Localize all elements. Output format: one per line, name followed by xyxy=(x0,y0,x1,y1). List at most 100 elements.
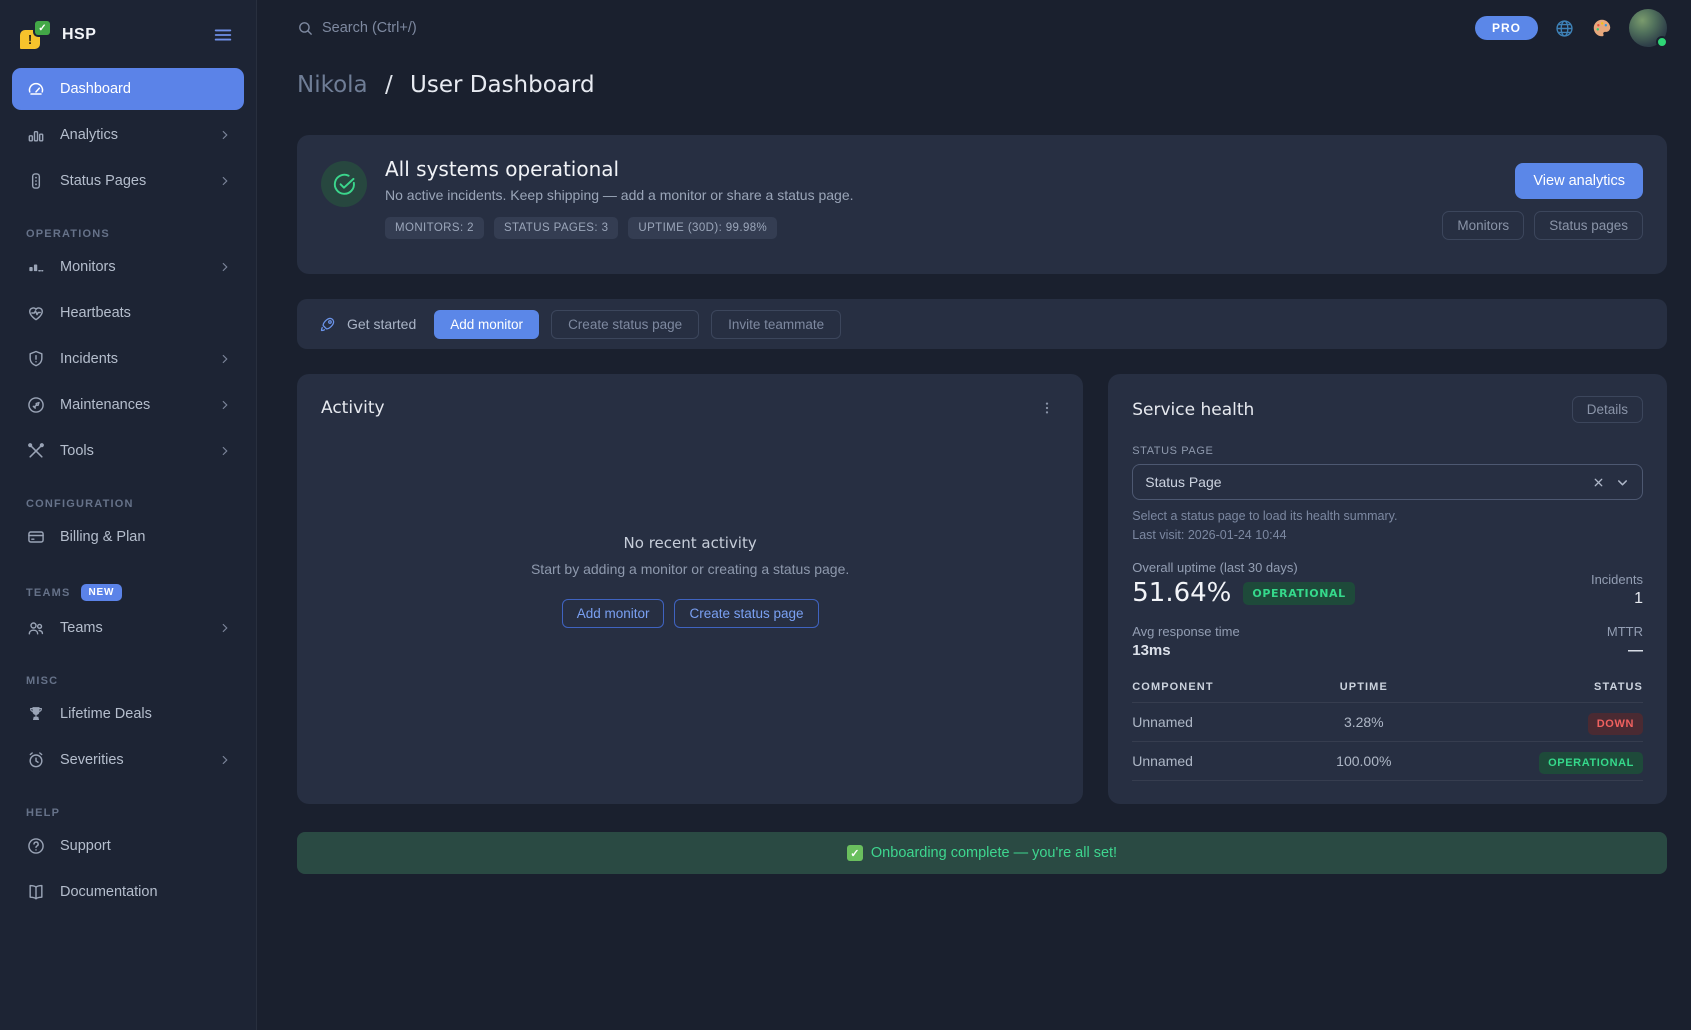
sidebar-item-support[interactable]: Support xyxy=(12,825,244,867)
sidebar-item-documentation[interactable]: Documentation xyxy=(12,871,244,913)
chevron-right-icon xyxy=(218,444,232,458)
sidebar-item-label: Dashboard xyxy=(60,81,131,97)
status-page-select[interactable]: Status Page xyxy=(1132,464,1643,500)
theme-palette-icon[interactable] xyxy=(1591,17,1613,39)
components-table: COMPONENT UPTIME STATUS Unnamed 3.28% DO… xyxy=(1132,675,1643,781)
monitors-button[interactable]: Monitors xyxy=(1442,211,1524,240)
pro-badge[interactable]: PRO xyxy=(1475,16,1538,40)
hero-secondary-actions: Monitors Status pages xyxy=(1442,211,1643,240)
topbar-right: PRO xyxy=(1475,9,1667,47)
breadcrumb-parent[interactable]: Nikola xyxy=(297,72,368,98)
component-name: Unnamed xyxy=(1132,742,1305,781)
add-monitor-button[interactable]: Add monitor xyxy=(562,599,665,628)
gauge-icon xyxy=(26,79,46,99)
mttr-label: MTTR xyxy=(1607,624,1643,639)
heart-pulse-icon xyxy=(26,303,46,323)
hero-subtitle: No active incidents. Keep shipping — add… xyxy=(385,187,1442,203)
sidebar-item-label: Maintenances xyxy=(60,397,150,413)
hamburger-menu-icon[interactable] xyxy=(208,20,238,50)
sidebar-item-label: Incidents xyxy=(60,351,118,367)
uptime-metric: Overall uptime (last 30 days) 51.64% OPE… xyxy=(1132,560,1354,608)
globe-icon[interactable] xyxy=(1554,18,1575,39)
activity-empty-state: No recent activity Start by adding a mon… xyxy=(321,380,1059,782)
invite-teammate-button[interactable]: Invite teammate xyxy=(711,310,841,339)
sidebar-item-severities[interactable]: Severities xyxy=(12,739,244,781)
sidebar-item-dashboard[interactable]: Dashboard xyxy=(12,68,244,110)
sidebar-item-heartbeats[interactable]: Heartbeats xyxy=(12,292,244,334)
sidebar-item-status-pages[interactable]: Status Pages xyxy=(12,160,244,202)
onboarding-banner-text: Onboarding complete — you're all set! xyxy=(871,845,1117,861)
get-started-bar: Get started Add monitor Create status pa… xyxy=(297,299,1667,349)
chevron-right-icon xyxy=(218,128,232,142)
hero-actions: View analytics Monitors Status pages xyxy=(1442,157,1643,252)
sidebar-item-lifetime-deals[interactable]: Lifetime Deals xyxy=(12,693,244,735)
sidebar-item-label: Lifetime Deals xyxy=(60,706,152,722)
sidebar-item-label: Support xyxy=(60,838,111,854)
search-bar[interactable] xyxy=(297,20,582,37)
sidebar-item-teams[interactable]: Teams xyxy=(12,607,244,649)
create-status-page-button[interactable]: Create status page xyxy=(674,599,818,628)
hero-badges: MONITORS: 2 STATUS PAGES: 3 UPTIME (30D)… xyxy=(385,217,1442,239)
uptime-column-header: UPTIME xyxy=(1305,675,1422,703)
status-page-select-value: Status Page xyxy=(1145,474,1221,490)
app-logo-icon: ! ✓ xyxy=(20,21,50,49)
incidents-value: 1 xyxy=(1591,590,1643,608)
monitor-bars-icon xyxy=(26,257,46,277)
chevron-right-icon xyxy=(218,753,232,767)
status-column-header: STATUS xyxy=(1422,675,1643,703)
response-metric-row: Avg response time 13ms MTTR — xyxy=(1132,624,1643,659)
status-page-field-label: STATUS PAGE xyxy=(1132,445,1643,457)
chevron-right-icon xyxy=(218,260,232,274)
credit-card-icon xyxy=(26,527,46,547)
create-status-page-button[interactable]: Create status page xyxy=(551,310,699,339)
sidebar: ! ✓ HSP Dashboard Analytics Status Pages xyxy=(0,0,257,1030)
add-monitor-button[interactable]: Add monitor xyxy=(434,310,539,339)
cards-row: Activity No recent activity Start by add… xyxy=(297,374,1667,804)
status-pages-button[interactable]: Status pages xyxy=(1534,211,1643,240)
chevron-right-icon xyxy=(218,398,232,412)
component-name: Unnamed xyxy=(1132,703,1305,742)
view-analytics-button[interactable]: View analytics xyxy=(1515,163,1643,199)
component-column-header: COMPONENT xyxy=(1132,675,1305,703)
breadcrumb: Nikola / User Dashboard xyxy=(297,72,1667,98)
get-started-label: Get started xyxy=(319,315,416,333)
sidebar-item-label: Analytics xyxy=(60,127,118,143)
online-status-dot xyxy=(1656,36,1668,48)
sidebar-item-billing[interactable]: Billing & Plan xyxy=(12,516,244,558)
breadcrumb-separator: / xyxy=(385,72,393,98)
search-input[interactable] xyxy=(322,20,582,36)
table-row: Unnamed 3.28% DOWN xyxy=(1132,703,1643,742)
sidebar-item-incidents[interactable]: Incidents xyxy=(12,338,244,380)
status-hero-card: All systems operational No active incide… xyxy=(297,135,1667,274)
clear-x-icon[interactable] xyxy=(1592,476,1605,489)
empty-state-subtitle: Start by adding a monitor or creating a … xyxy=(531,561,849,577)
logo-check-icon: ✓ xyxy=(35,21,50,35)
sidebar-item-label: Severities xyxy=(60,752,124,768)
empty-state-actions: Add monitor Create status page xyxy=(562,599,819,628)
help-circle-icon xyxy=(26,836,46,856)
sidebar-item-tools[interactable]: Tools xyxy=(12,430,244,472)
search-icon xyxy=(297,20,314,37)
hero-body: All systems operational No active incide… xyxy=(385,157,1442,252)
uptime-badge: UPTIME (30D): 99.98% xyxy=(628,217,777,239)
select-helper-text: Select a status page to load its health … xyxy=(1132,509,1643,523)
sidebar-item-maintenances[interactable]: Maintenances xyxy=(12,384,244,426)
sidebar-item-label: Teams xyxy=(60,620,103,636)
service-health-title: Service health xyxy=(1132,400,1254,420)
select-controls xyxy=(1592,475,1630,490)
details-button[interactable]: Details xyxy=(1572,396,1643,423)
check-circle-icon xyxy=(321,161,367,207)
traffic-light-icon xyxy=(26,171,46,191)
user-avatar[interactable] xyxy=(1629,9,1667,47)
sidebar-item-label: Billing & Plan xyxy=(60,529,145,545)
sidebar-section-help: HELP xyxy=(26,807,244,819)
sidebar-item-label: Heartbeats xyxy=(60,305,131,321)
mttr-value: — xyxy=(1607,642,1643,659)
component-uptime: 100.00% xyxy=(1305,742,1422,781)
sidebar-item-label: Monitors xyxy=(60,259,116,275)
down-status-badge: DOWN xyxy=(1588,713,1643,735)
bar-chart-icon xyxy=(26,125,46,145)
sidebar-item-monitors[interactable]: Monitors xyxy=(12,246,244,288)
chevron-down-icon[interactable] xyxy=(1615,475,1630,490)
sidebar-item-analytics[interactable]: Analytics xyxy=(12,114,244,156)
